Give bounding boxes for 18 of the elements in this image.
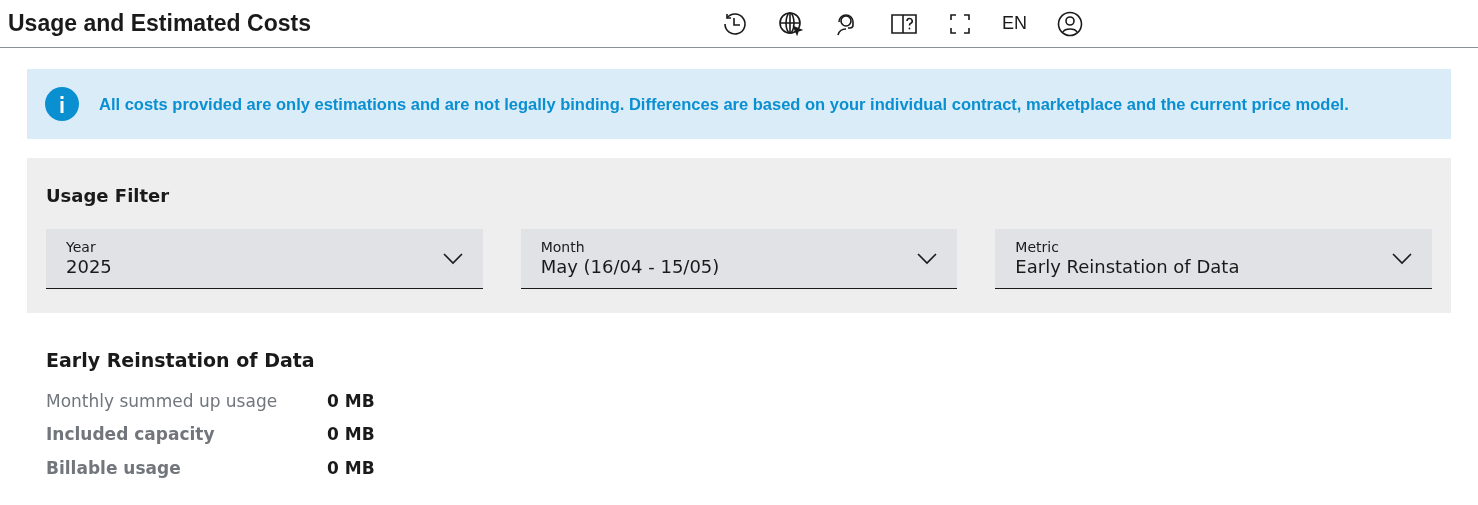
usage-label: Included capacity [46, 423, 216, 446]
usage-value: 0 MB [327, 389, 375, 413]
filter-title: Usage Filter [46, 184, 171, 208]
usage-label: Monthly summed up usage [46, 389, 279, 413]
usage-value: 0 MB [327, 423, 375, 446]
chevron-down-icon [1392, 252, 1412, 265]
result-title: Early Reinstation of Data [46, 348, 316, 373]
dropdown[interactable]: Month May (16/04 - 15/05) [520, 229, 958, 289]
chevron-down-icon [917, 252, 938, 265]
chevron-down-icon [442, 252, 463, 265]
dropdown[interactable]: Year 2025 [46, 229, 483, 289]
usage-label: Billable usage [46, 456, 182, 480]
page-title: Usage and Estimated Costs [8, 9, 312, 39]
usage-value: 0 MB [327, 456, 375, 480]
notice-text: All costs provided are only estimations and are not legally binding. Differences are based on your individual contract, marketplace and the current price model. [99, 93, 1349, 115]
info-icon [45, 87, 79, 121]
language-button[interactable]: EN [1000, 10, 1029, 37]
dropdown[interactable]: Metric Early Reinstation of Data [995, 229, 1432, 289]
